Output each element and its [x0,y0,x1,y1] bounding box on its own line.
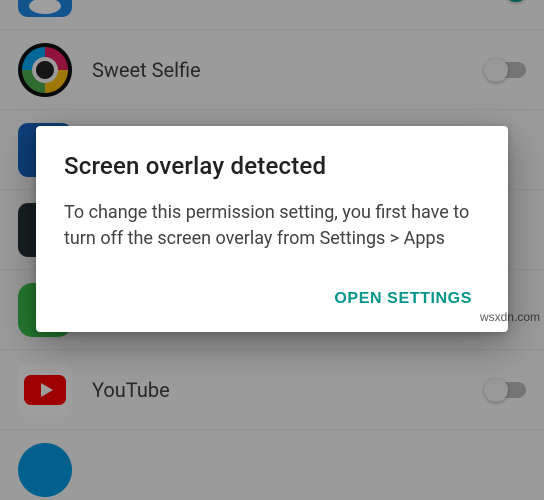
open-settings-button[interactable]: Open Settings [326,280,480,318]
watermark-text: wsxdn.com [480,310,540,324]
dialog-actions: Open Settings [64,252,480,318]
dialog-body: To change this permission setting, you f… [64,200,480,252]
screen-overlay-dialog: Screen overlay detected To change this p… [36,126,508,332]
dialog-title: Screen overlay detected [64,152,480,180]
android-settings-screen: SHAREit Sweet Selfie [0,0,544,500]
